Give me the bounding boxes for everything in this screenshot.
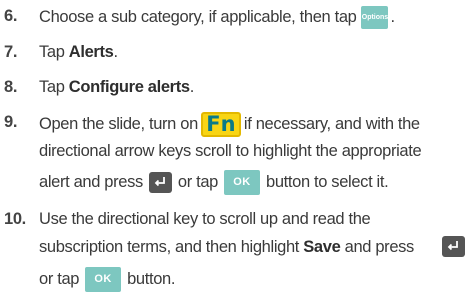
- period: .: [390, 7, 395, 26]
- enter-key-icon[interactable]: [148, 172, 172, 193]
- fn-key-icon[interactable]: Fn: [200, 112, 241, 137]
- step-number: 9.: [4, 113, 18, 131]
- step-text-part: .: [189, 78, 195, 96]
- step-number: 7.: [4, 43, 18, 61]
- step-text-bold: Alerts: [68, 43, 114, 61]
- step-text-part: if necessary, and with the: [243, 114, 420, 133]
- step-text: Tap Configure alerts.: [39, 77, 194, 97]
- step-text: Tap Alerts.: [39, 42, 118, 62]
- step-text-part: or tap: [177, 172, 218, 191]
- ok-key-icon[interactable]: OK: [85, 267, 122, 292]
- step-text-part: Tap: [39, 78, 69, 96]
- ok-key-icon[interactable]: OK: [224, 170, 260, 195]
- step-text: alert and press or tap OK button to select …: [39, 170, 389, 195]
- step-text: Open the slide, turn on Fn if necessary, a…: [39, 112, 420, 137]
- step-text-part: and press: [340, 238, 415, 256]
- step-text-part: button.: [127, 269, 176, 288]
- step-text-part: or tap: [39, 269, 80, 288]
- step-text: or tap OK button.: [39, 267, 175, 292]
- enter-key-icon[interactable]: [442, 236, 465, 257]
- step-text: Use the directional key to scroll up and…: [39, 210, 371, 228]
- step-text-part: Open the slide, turn on: [39, 114, 198, 133]
- step-number: 8.: [4, 78, 18, 96]
- step-text-part: alert and press: [39, 172, 143, 191]
- step-text-part: subscription terms, and then highlight: [39, 238, 304, 256]
- step-text: subscription terms, and then highlight S…: [39, 236, 465, 257]
- step-text-bold: Configure alerts: [68, 78, 190, 96]
- step-text: Choose a sub category, if applicable, th…: [39, 6, 395, 29]
- step-text-part: Tap: [39, 43, 69, 61]
- step-text-part: .: [113, 43, 118, 61]
- step-text: directional arrow keys scroll to highlig…: [39, 142, 422, 160]
- step-text-part: Choose a sub category, if applicable, th…: [39, 7, 357, 26]
- step-number: 10.: [4, 210, 26, 228]
- step-number: 6.: [4, 7, 18, 25]
- options-key-icon[interactable]: Options: [361, 6, 389, 29]
- step-text-part: button to select it.: [266, 172, 389, 191]
- step-text-bold: Save: [303, 238, 341, 256]
